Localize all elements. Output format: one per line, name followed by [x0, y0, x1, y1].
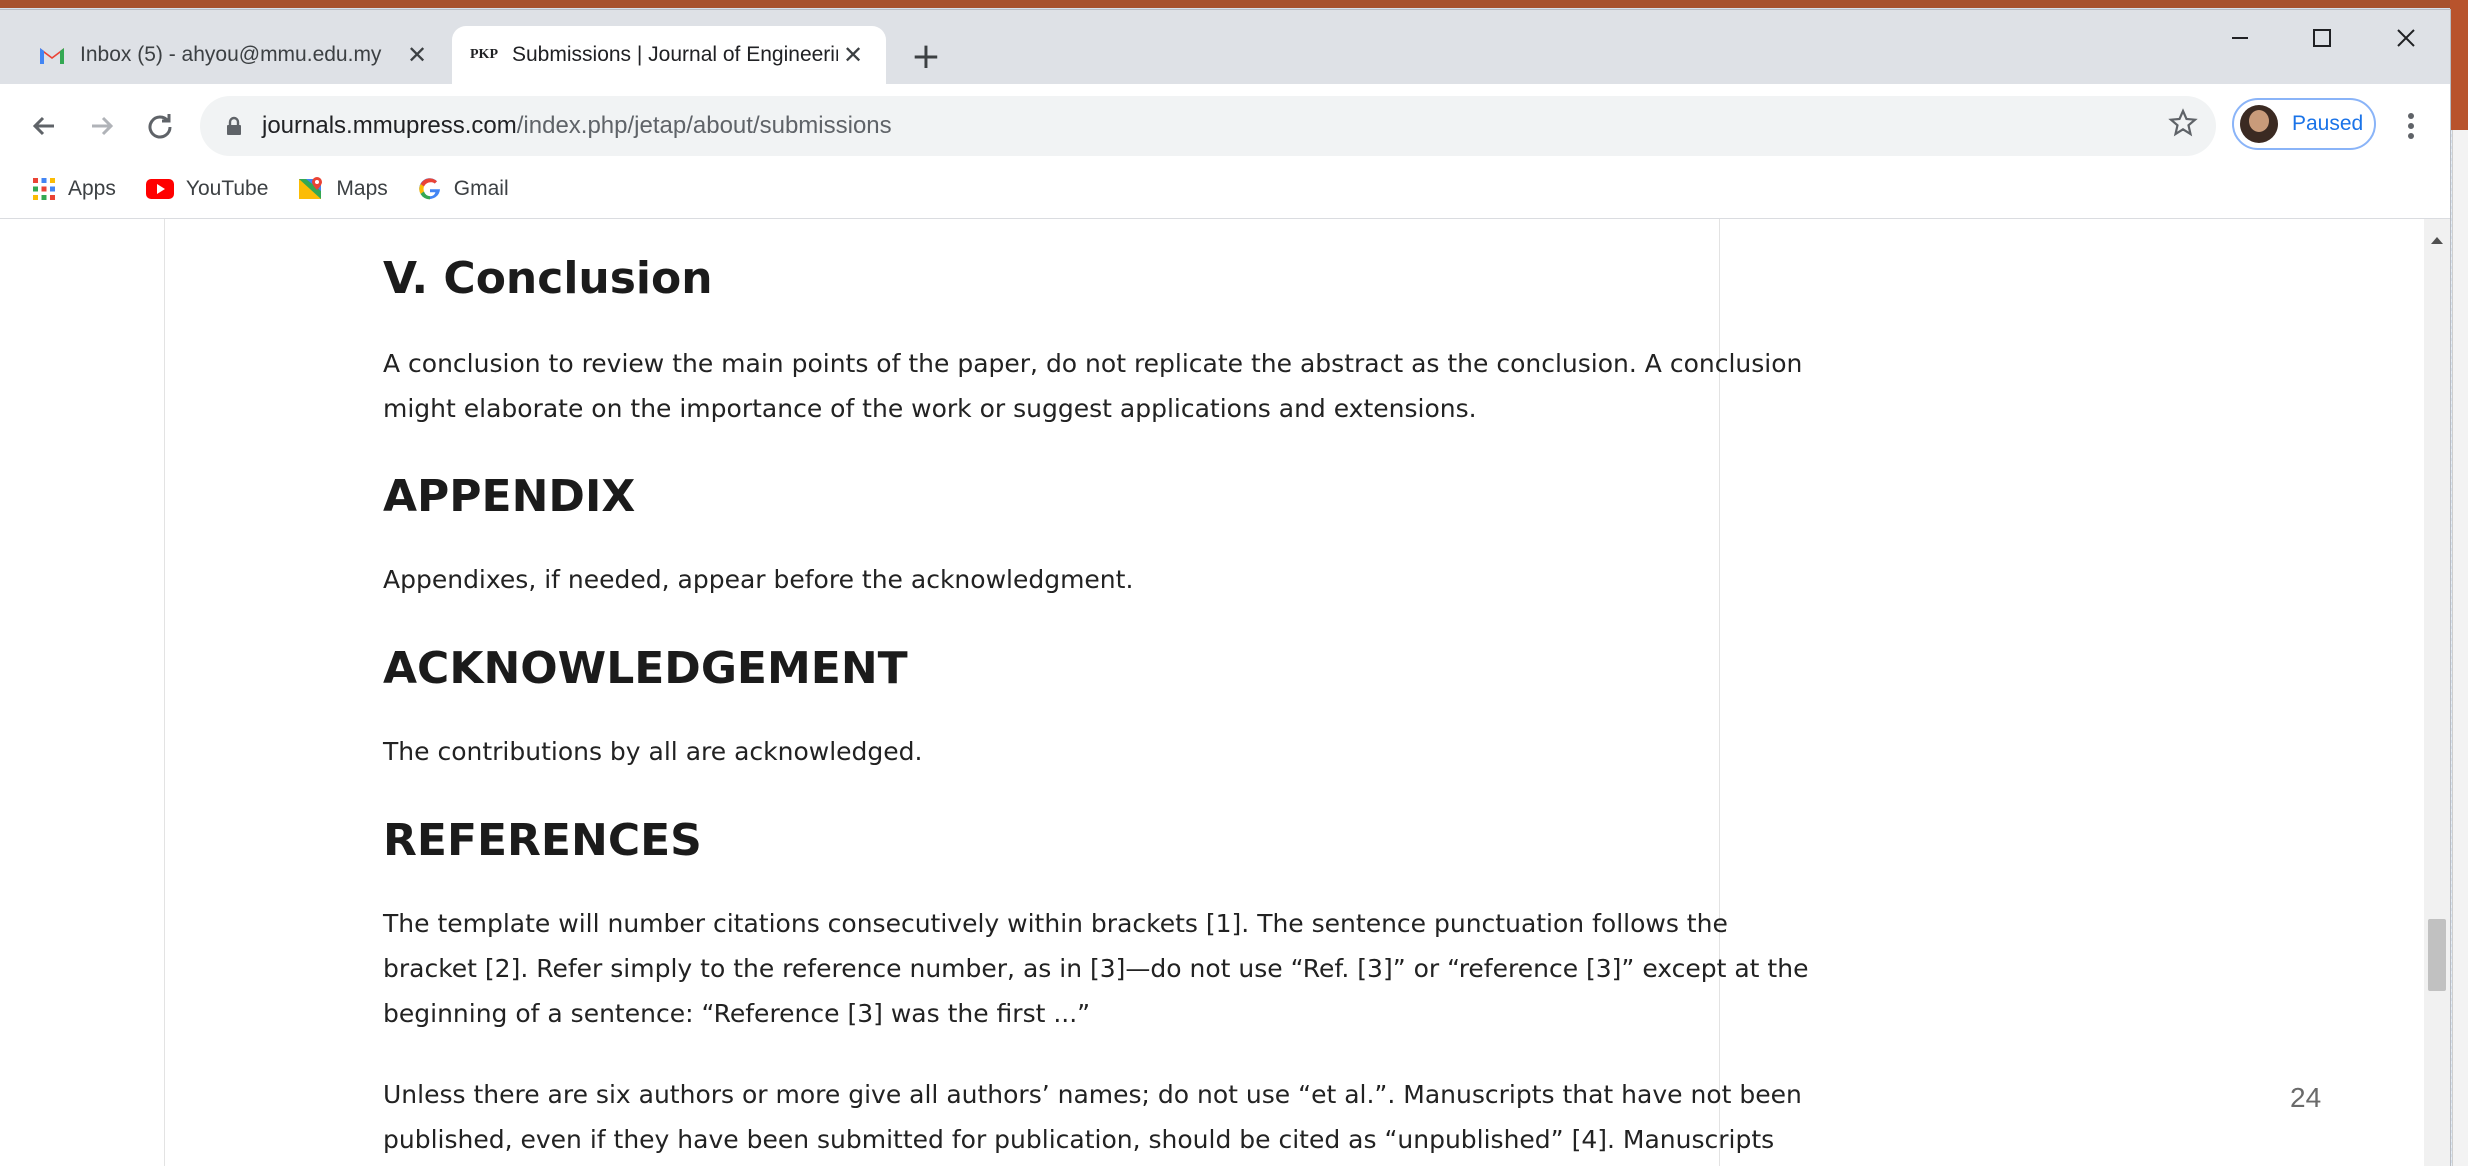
reload-button[interactable]	[136, 102, 184, 150]
bookmark-youtube[interactable]: YouTube	[145, 177, 269, 201]
bookmark-label: YouTube	[185, 177, 269, 200]
lock-icon	[226, 116, 242, 136]
tab-title: Inbox (5) - ahyou@mmu.edu.my	[80, 43, 382, 66]
close-icon[interactable]: ✕	[838, 40, 868, 70]
youtube-icon	[145, 179, 174, 199]
page-viewport: V. Conclusion A conclusion to review the…	[0, 219, 2450, 1166]
main-content-column: V. Conclusion A conclusion to review the…	[164, 219, 1808, 1166]
browser-window: Inbox (5) - ahyou@mmu.edu.my ✕ PKP Submi…	[0, 10, 2450, 1166]
gmail-icon	[38, 41, 66, 69]
google-g-icon	[418, 177, 442, 201]
tab-strip: Inbox (5) - ahyou@mmu.edu.my ✕ PKP Submi…	[0, 10, 2450, 84]
reload-icon	[148, 114, 172, 139]
bookmark-gmail[interactable]: Gmail	[418, 177, 509, 201]
slide-top-bar	[0, 0, 2468, 8]
browser-toolbar: journals.mmupress.com/index.php/jetap/ab…	[0, 84, 2450, 172]
more-menu-icon[interactable]	[2396, 102, 2426, 150]
vertical-scrollbar[interactable]	[2424, 219, 2450, 1166]
bookmark-label: Maps	[336, 177, 388, 200]
bookmark-apps[interactable]: Apps	[32, 177, 116, 201]
scroll-up-icon[interactable]	[2424, 227, 2450, 253]
arrow-right-icon	[92, 116, 114, 136]
url-host: journals.mmupress.com	[262, 112, 517, 139]
slide-accent-bar	[2450, 0, 2468, 130]
acknowledgement-heading: ACKNOWLEDGEMENT	[383, 643, 908, 694]
appendix-paragraph: Appendixes, if needed, appear before the…	[383, 565, 1134, 594]
bookmark-star-icon[interactable]	[2168, 108, 2198, 145]
bookmark-label: Apps	[68, 177, 116, 200]
appendix-heading: APPENDIX	[383, 471, 636, 522]
references-paragraph: Unless there are six authors or more giv…	[383, 1080, 1802, 1154]
tab-title: Submissions | Journal of Engineering	[512, 43, 838, 66]
conclusion-heading: V. Conclusion	[383, 253, 713, 304]
bookmarks-bar: Apps YouTube Maps Gmail	[0, 160, 2450, 219]
forward-button[interactable]	[78, 102, 126, 150]
bookmark-label: Gmail	[453, 177, 509, 200]
bookmark-maps[interactable]: Maps	[298, 176, 388, 202]
profile-button[interactable]: Paused	[2232, 98, 2376, 150]
address-bar[interactable]: journals.mmupress.com/index.php/jetap/ab…	[200, 96, 2216, 156]
window-close-button[interactable]	[2376, 18, 2436, 58]
slide-side-panel	[2452, 130, 2468, 1166]
maps-icon	[298, 176, 324, 202]
acknowledgement-paragraph: The contributions by all are acknowledge…	[383, 737, 923, 766]
scrollbar-thumb[interactable]	[2428, 919, 2446, 991]
close-icon[interactable]: ✕	[402, 40, 432, 70]
maximize-button[interactable]	[2292, 18, 2352, 58]
pkp-icon: PKP	[470, 47, 498, 62]
url-path: /index.php/jetap/about/submissions	[516, 112, 892, 139]
avatar	[2240, 105, 2278, 143]
new-tab-button[interactable]: +	[906, 36, 946, 77]
references-paragraph: The template will number citations conse…	[383, 909, 1809, 1028]
minimize-button[interactable]	[2210, 18, 2270, 58]
arrow-left-icon	[32, 116, 54, 136]
profile-status: Paused	[2292, 112, 2364, 135]
back-button[interactable]	[20, 102, 68, 150]
references-heading: REFERENCES	[383, 815, 702, 866]
tab-gmail-inbox[interactable]: Inbox (5) - ahyou@mmu.edu.my ✕	[20, 26, 450, 84]
tab-submissions[interactable]: PKP Submissions | Journal of Engineering…	[452, 26, 886, 84]
apps-grid-icon	[32, 177, 56, 201]
slide-page-number: 24	[2290, 1082, 2322, 1113]
conclusion-paragraph: A conclusion to review the main points o…	[383, 349, 1803, 423]
